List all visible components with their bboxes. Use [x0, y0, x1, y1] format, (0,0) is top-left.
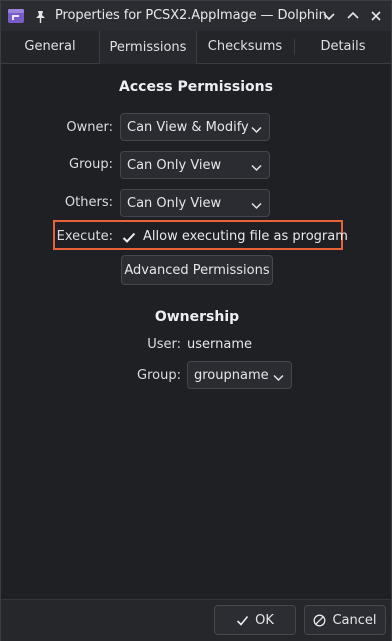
dialog-footer: OK Cancel: [1, 599, 391, 641]
chevron-down-icon: [251, 199, 262, 210]
tab-checksums[interactable]: Checksums: [196, 31, 294, 62]
checkmark-icon: [236, 614, 249, 627]
execute-label: Execute:: [56, 229, 113, 244]
owner-permission-value: Can View & Modify: [127, 119, 249, 135]
cancel-icon: [313, 614, 326, 627]
chevron-down-icon[interactable]: [321, 8, 337, 24]
others-permission-value: Can Only View: [127, 195, 222, 211]
user-label: User:: [147, 337, 181, 352]
permissions-panel: [1, 64, 391, 599]
tab-bar: General Permissions Checksums Details: [1, 31, 391, 64]
chevron-down-icon: [251, 123, 262, 134]
properties-dialog: Properties for PCSX2.AppImage — Dolphin …: [0, 0, 392, 641]
chevron-down-icon: [251, 161, 262, 172]
ownership-group-label: Group:: [137, 368, 181, 383]
owner-permission-select[interactable]: Can View & Modify: [120, 113, 270, 141]
ownership-heading: Ownership: [154, 309, 240, 325]
user-value: username: [187, 337, 252, 352]
window-title: Properties for PCSX2.AppImage — Dolphin: [55, 8, 327, 23]
close-icon[interactable]: [368, 8, 384, 24]
advanced-permissions-button[interactable]: Advanced Permissions: [121, 255, 273, 285]
cancel-label: Cancel: [332, 612, 377, 628]
chevron-down-icon: [273, 371, 284, 382]
owner-label: Owner:: [66, 120, 113, 135]
ownership-group-value: groupname: [194, 367, 269, 383]
title-bar[interactable]: Properties for PCSX2.AppImage — Dolphin: [1, 1, 391, 31]
tab-permissions[interactable]: Permissions: [99, 31, 197, 64]
group-permission-value: Can Only View: [127, 157, 222, 173]
cancel-button[interactable]: Cancel: [304, 605, 386, 635]
group-permission-select[interactable]: Can Only View: [120, 151, 270, 179]
dolphin-app-icon: [7, 7, 25, 25]
others-label: Others:: [64, 195, 113, 210]
tab-general[interactable]: General: [1, 31, 99, 62]
ok-label: OK: [255, 612, 274, 628]
allow-executing-checkbox-label[interactable]: Allow executing file as program: [143, 229, 348, 244]
group-label: Group:: [69, 157, 113, 172]
chevron-up-icon[interactable]: [345, 8, 361, 24]
checkmark-icon[interactable]: [122, 229, 136, 243]
tab-details[interactable]: Details: [295, 31, 391, 62]
others-permission-select[interactable]: Can Only View: [120, 189, 270, 217]
ownership-group-select[interactable]: groupname: [187, 361, 292, 389]
access-permissions-heading: Access Permissions: [119, 79, 273, 95]
ok-button[interactable]: OK: [214, 605, 296, 635]
pin-icon[interactable]: [34, 9, 47, 23]
